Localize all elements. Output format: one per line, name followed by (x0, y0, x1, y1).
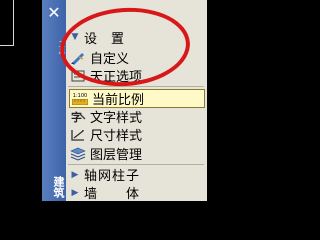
cursor-crosshair-vertical (13, 0, 14, 46)
section-header-grid-columns[interactable]: ▶ 轴网柱子 (66, 166, 207, 184)
section-header-walls[interactable]: ▶ 墙 体 (66, 184, 207, 202)
menu-item-options[interactable]: 天正选项 (68, 67, 205, 85)
collapse-arrow-icon: ▼ (71, 32, 79, 42)
palette-side-strip[interactable]: ✕ 工具 建筑 (42, 0, 66, 201)
settings-section-label: 设置 (84, 31, 139, 47)
menu-item-label: 文字样式 (90, 111, 143, 126)
settings-section-header[interactable]: ▼ 设置 (66, 27, 207, 47)
menu-item-label: 天正选项 (90, 70, 143, 85)
close-icon[interactable]: ✕ (42, 2, 66, 24)
layers-icon (68, 145, 88, 162)
tool-palette-panel: ▼ 设置 自定义 天正选项 1:100 当前比例 字 文字样式 尺寸样式 图层管… (66, 0, 207, 202)
scale-icon: 1:100 (70, 90, 90, 107)
expand-arrow-icon: ▶ (71, 169, 79, 180)
menu-item-label: 图层管理 (90, 148, 143, 163)
section-label: 墙 体 (84, 187, 141, 202)
dimension-style-icon (68, 126, 88, 143)
menu-item-text-style[interactable]: 字 文字样式 (68, 108, 205, 127)
section-label: 轴网柱子 (84, 169, 141, 184)
expand-arrow-icon: ▶ (71, 187, 79, 198)
side-strip-label-top: 工具 (58, 40, 66, 54)
menu-item-dimension-style[interactable]: 尺寸样式 (68, 126, 205, 144)
menu-item-custom[interactable]: 自定义 (68, 49, 205, 67)
cursor-crosshair-horizontal (0, 45, 14, 46)
section-divider (68, 86, 204, 87)
menu-item-label: 当前比例 (92, 93, 145, 108)
options-icon (68, 67, 88, 84)
pen-icon (68, 49, 88, 66)
side-strip-label-bottom: 建筑 (52, 176, 65, 198)
text-style-icon: 字 (68, 108, 88, 125)
menu-item-current-scale[interactable]: 1:100 当前比例 (69, 89, 205, 108)
menu-item-label: 自定义 (90, 52, 130, 67)
svg-text:字: 字 (71, 110, 82, 124)
menu-item-label: 尺寸样式 (90, 129, 143, 144)
menu-item-layer-manager[interactable]: 图层管理 (68, 145, 205, 163)
